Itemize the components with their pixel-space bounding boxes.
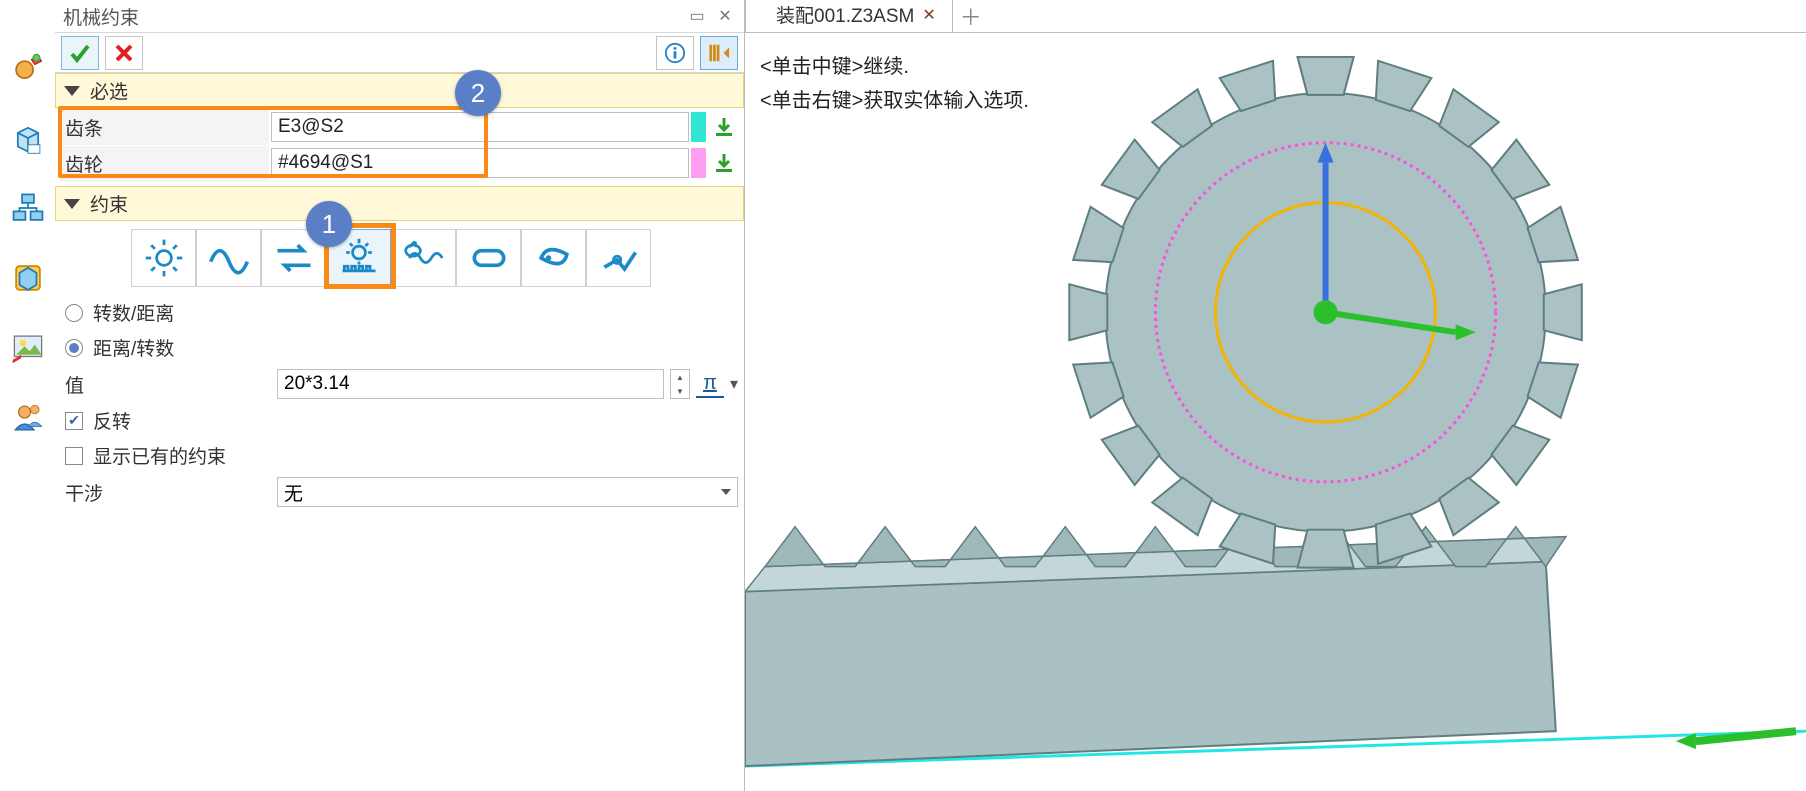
tab-label: 装配001.Z3ASM bbox=[776, 1, 914, 28]
chevron-down-icon bbox=[64, 199, 80, 209]
panel-title: 机械约束 bbox=[63, 3, 139, 30]
type-slot-button[interactable] bbox=[456, 229, 521, 287]
type-universal-button[interactable] bbox=[586, 229, 651, 287]
panel-titlebar: 机械约束 ▭ ✕ bbox=[55, 0, 744, 33]
value-input[interactable] bbox=[277, 369, 664, 399]
type-gear-button[interactable] bbox=[131, 229, 196, 287]
type-path-button[interactable] bbox=[196, 229, 261, 287]
info-button[interactable] bbox=[656, 36, 694, 70]
interference-row: 干涉 无 bbox=[61, 477, 738, 507]
tab-active[interactable]: 装配001.Z3ASM ✕ bbox=[745, 0, 953, 32]
minimize-icon[interactable]: ▭ bbox=[686, 6, 708, 26]
left-toolbar bbox=[0, 0, 55, 791]
hint-line-2: <单击右键>获取实体输入选项. bbox=[760, 84, 1029, 118]
radio-rev-dist[interactable]: 转数/距离 bbox=[61, 299, 738, 326]
value-spinner[interactable]: ▲▼ bbox=[670, 369, 690, 399]
checkbox-icon bbox=[65, 447, 83, 465]
rack-row: 齿条 bbox=[59, 110, 740, 144]
panel-top-controls bbox=[55, 33, 744, 73]
type-rack-pinion-button[interactable] bbox=[326, 229, 391, 287]
close-tab-icon[interactable]: ✕ bbox=[922, 5, 935, 25]
rack-pick-button[interactable] bbox=[708, 112, 740, 142]
viewport-hints: <单击中键>继续. <单击右键>获取实体输入选项. bbox=[760, 50, 1029, 118]
tool-box-icon[interactable] bbox=[9, 120, 47, 156]
tool-image-icon[interactable] bbox=[9, 330, 47, 366]
rack-color-chip bbox=[691, 112, 706, 142]
gear-input[interactable] bbox=[271, 148, 689, 178]
type-linear-button[interactable] bbox=[261, 229, 326, 287]
value-row: 值 ▲▼ π ▾ bbox=[61, 369, 738, 399]
interference-value: 无 bbox=[284, 479, 303, 506]
tool-constraint-icon[interactable] bbox=[9, 50, 47, 86]
radio-dist-rev-label: 距离/转数 bbox=[93, 334, 174, 361]
rack-input[interactable] bbox=[271, 112, 689, 142]
gear-row: 齿轮 bbox=[59, 146, 740, 180]
interference-label: 干涉 bbox=[61, 479, 271, 506]
cancel-button[interactable] bbox=[105, 36, 143, 70]
reverse-label: 反转 bbox=[93, 407, 131, 434]
tool-user-icon[interactable] bbox=[9, 400, 47, 436]
document-tabs: 装配001.Z3ASM ✕ ＋ bbox=[745, 0, 1806, 33]
value-label: 值 bbox=[61, 371, 271, 398]
section-constraint-label: 约束 bbox=[90, 190, 128, 217]
ok-button[interactable] bbox=[61, 36, 99, 70]
type-cam-button[interactable] bbox=[521, 229, 586, 287]
viewport-3d[interactable] bbox=[745, 33, 1806, 791]
gear-color-chip bbox=[691, 148, 706, 178]
section-constraint[interactable]: 约束 bbox=[55, 186, 744, 221]
chevron-down-icon bbox=[721, 489, 731, 495]
dock-button[interactable] bbox=[700, 36, 738, 70]
viewport-column: 装配001.Z3ASM ✕ ＋ bbox=[745, 0, 1806, 791]
constraint-types-row: 1 bbox=[61, 225, 738, 291]
value-menu-caret[interactable]: ▾ bbox=[730, 374, 738, 394]
gear-pick-button[interactable] bbox=[708, 148, 740, 178]
type-screw-button[interactable] bbox=[391, 229, 456, 287]
new-tab-button[interactable]: ＋ bbox=[953, 0, 989, 32]
radio-icon bbox=[65, 339, 83, 357]
checkbox-checked-icon: ✔ bbox=[65, 412, 83, 430]
show-existing-check[interactable]: 显示已有的约束 bbox=[61, 442, 738, 469]
property-panel: 机械约束 ▭ ✕ 必选 bbox=[55, 0, 745, 791]
show-existing-label: 显示已有的约束 bbox=[93, 442, 226, 469]
radio-rev-dist-label: 转数/距离 bbox=[93, 299, 174, 326]
tool-solid-icon[interactable] bbox=[9, 260, 47, 296]
close-icon[interactable]: ✕ bbox=[714, 6, 736, 26]
gear-label: 齿轮 bbox=[59, 146, 269, 181]
reverse-check[interactable]: ✔ 反转 bbox=[61, 407, 738, 434]
radio-icon bbox=[65, 304, 83, 322]
interference-combo[interactable]: 无 bbox=[277, 477, 738, 507]
section-required[interactable]: 必选 bbox=[55, 73, 744, 108]
radio-dist-rev[interactable]: 距离/转数 bbox=[61, 334, 738, 361]
section-required-label: 必选 bbox=[90, 77, 128, 104]
pi-button[interactable]: π bbox=[696, 370, 724, 398]
chevron-down-icon bbox=[64, 86, 80, 96]
rack-label: 齿条 bbox=[59, 110, 269, 145]
hint-line-1: <单击中键>继续. bbox=[760, 50, 1029, 84]
tool-tree-icon[interactable] bbox=[9, 190, 47, 226]
